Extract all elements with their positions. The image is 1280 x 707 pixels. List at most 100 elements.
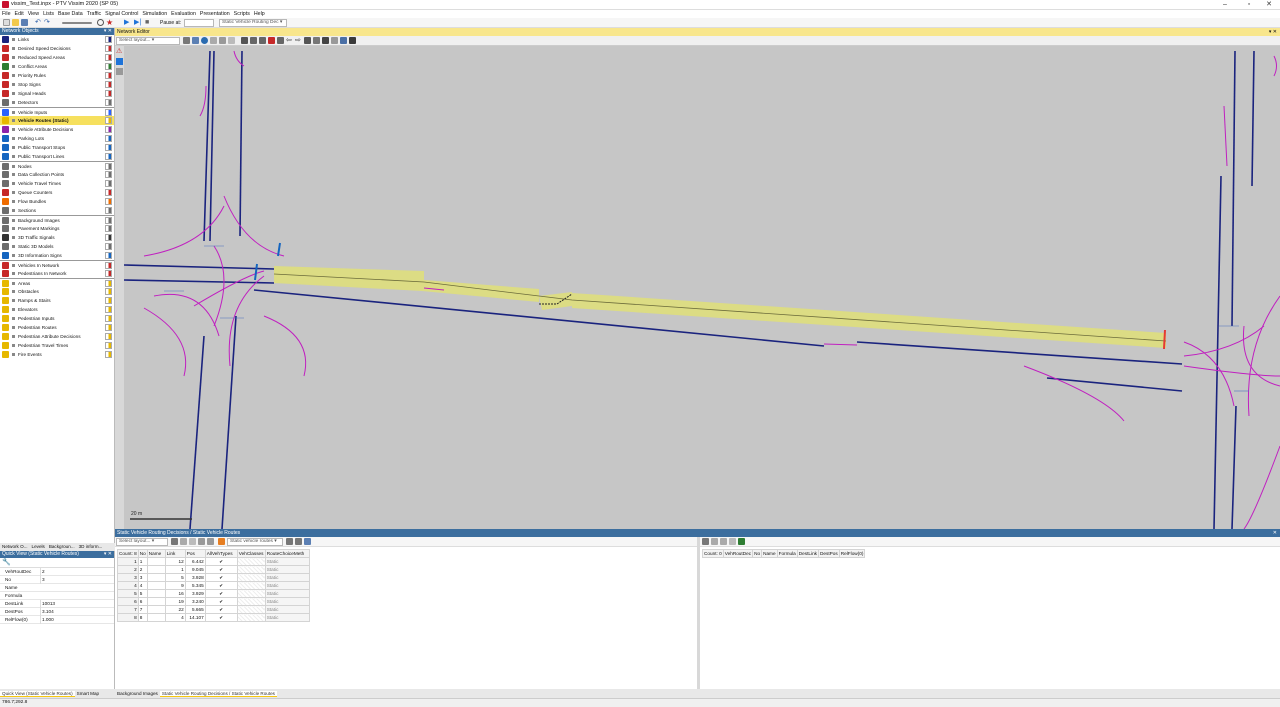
bottom-tab[interactable]: Background Images — [115, 691, 160, 696]
graphic-params-swatch[interactable] — [105, 342, 112, 349]
table-cell[interactable]: 5.345 — [184, 581, 206, 590]
table-cell[interactable]: 3.240 — [184, 597, 206, 606]
network-object-row[interactable]: Pedestrian Travel Times — [0, 341, 114, 350]
relation-select[interactable]: Static vehicle routes ▾ — [227, 538, 283, 546]
visibility-toggle[interactable] — [12, 353, 15, 356]
menu-item[interactable]: Base Data — [56, 10, 85, 18]
editor-filter-icon[interactable] — [210, 37, 217, 44]
table-cell[interactable] — [146, 589, 166, 598]
visibility-toggle[interactable] — [12, 308, 15, 311]
graphic-params-swatch[interactable] — [105, 207, 112, 214]
visibility-toggle[interactable] — [12, 155, 15, 158]
network-object-row[interactable]: Conflict Areas — [0, 62, 114, 71]
visibility-toggle[interactable] — [12, 227, 15, 230]
connector[interactable] — [1183, 325, 1265, 357]
column-header[interactable]: VehClasses — [236, 549, 266, 558]
visibility-toggle[interactable] — [12, 74, 15, 77]
wrench-icon[interactable]: 🔧 — [2, 559, 11, 566]
table-row[interactable]: 4 4 9 5.345 ✔ Static — [117, 581, 310, 590]
network-object-row[interactable]: Priority Rules — [0, 71, 114, 80]
visibility-toggle[interactable] — [12, 56, 15, 59]
maximize-icon[interactable]: ▫ — [1238, 0, 1260, 10]
graphic-params-swatch[interactable] — [105, 189, 112, 196]
view-icon[interactable] — [304, 37, 311, 44]
visibility-toggle[interactable] — [12, 209, 15, 212]
static-routing-decisions-table[interactable]: Count: 8 No Name Link Pos AllVehTypes VehClass… — [117, 549, 310, 622]
menu-item[interactable]: Edit — [13, 10, 26, 18]
table-row[interactable]: 1 1 12 6.442 ✔ Static — [117, 557, 310, 566]
graphic-params-swatch[interactable] — [105, 36, 112, 43]
pause-at-input[interactable] — [184, 19, 214, 27]
network-object-row[interactable]: Pedestrian Inputs — [0, 314, 114, 323]
network-object-row[interactable]: Data Collection Points — [0, 170, 114, 179]
list-wrench-icon[interactable] — [171, 538, 178, 545]
editor-layout-select[interactable]: Select layout... ▾ — [116, 37, 180, 45]
right-wrench-icon[interactable] — [702, 538, 709, 545]
table-cell[interactable] — [236, 597, 266, 606]
table-cell[interactable]: 1 — [164, 565, 186, 574]
table-cell[interactable]: 3 — [117, 573, 139, 582]
table-cell[interactable]: 5 — [137, 589, 148, 598]
table-row[interactable]: 8 8 4 14.107 ✔ Static — [117, 613, 310, 622]
network-object-row[interactable]: Detectors — [0, 98, 114, 107]
right-delete-icon[interactable] — [729, 538, 736, 545]
table-cell[interactable] — [236, 605, 266, 614]
globe-icon[interactable] — [201, 37, 208, 44]
visibility-toggle[interactable] — [12, 326, 15, 329]
visibility-toggle[interactable] — [12, 65, 15, 68]
column-header[interactable]: DestPos — [818, 549, 840, 558]
list-splitter[interactable] — [697, 537, 700, 689]
network-object-row[interactable]: Vehicles In Network — [0, 260, 114, 269]
quick-view-row[interactable]: Name — [0, 584, 114, 592]
quick-view-tab[interactable]: Smart Map — [75, 691, 101, 696]
connector[interactable] — [263, 315, 307, 377]
graphic-params-swatch[interactable] — [105, 180, 112, 187]
table-cell[interactable]: Static — [264, 557, 310, 566]
table-cell[interactable]: 3 — [137, 573, 148, 582]
3d-icon[interactable] — [349, 37, 356, 44]
menu-item[interactable]: View — [26, 10, 41, 18]
table-cell[interactable]: 6 — [117, 597, 139, 606]
star-icon[interactable]: ★ — [106, 19, 113, 27]
table-cell[interactable] — [236, 557, 266, 566]
redo-icon[interactable]: ↷ — [44, 19, 51, 26]
graphic-params-swatch[interactable] — [105, 171, 112, 178]
table-cell[interactable] — [236, 613, 266, 622]
connector[interactable] — [1023, 365, 1125, 422]
menu-item[interactable]: Presentation — [198, 10, 232, 18]
visibility-toggle[interactable] — [12, 200, 15, 203]
static-route[interactable] — [539, 292, 572, 310]
speed-slider[interactable] — [62, 22, 92, 24]
link[interactable] — [1231, 50, 1236, 327]
network-object-row[interactable]: Parking Lots — [0, 134, 114, 143]
graphic-params-swatch[interactable] — [105, 109, 112, 116]
menu-item[interactable]: Lists — [41, 10, 56, 18]
close-red-icon[interactable] — [268, 37, 275, 44]
table-cell[interactable]: 3.929 — [184, 589, 206, 598]
quick-view-value[interactable]: 2 — [40, 568, 112, 576]
table-row[interactable]: 7 7 22 5.665 ✔ Static — [117, 605, 310, 614]
route-destination-marker[interactable] — [1163, 329, 1166, 350]
table-cell[interactable]: Static — [264, 605, 310, 614]
table-cell[interactable] — [146, 613, 166, 622]
link[interactable] — [124, 264, 275, 270]
graphic-params-swatch[interactable] — [105, 153, 112, 160]
connector[interactable] — [1183, 365, 1280, 377]
table-cell[interactable]: 6.442 — [184, 557, 206, 566]
link[interactable] — [1213, 175, 1222, 529]
graphic-params-swatch[interactable] — [105, 45, 112, 52]
column-header[interactable]: No — [752, 549, 763, 558]
quick-view-value[interactable]: 3.104 — [40, 608, 112, 616]
connector[interactable] — [223, 195, 285, 257]
connector[interactable] — [153, 293, 220, 337]
network-object-row[interactable]: Desired Speed Decisions — [0, 44, 114, 53]
visibility-toggle[interactable] — [12, 173, 15, 176]
column-header[interactable]: Count: 8 — [117, 549, 139, 558]
graphic-params-swatch[interactable] — [105, 288, 112, 295]
table-row[interactable]: 5 5 16 3.929 ✔ Static — [117, 589, 310, 598]
rotate-icon[interactable] — [97, 19, 104, 26]
quick-view-row[interactable]: DestLink 10013 — [0, 600, 114, 608]
table-cell[interactable] — [146, 605, 166, 614]
column-header[interactable]: VehRoutDec — [722, 549, 754, 558]
list-save-icon[interactable] — [304, 538, 311, 545]
